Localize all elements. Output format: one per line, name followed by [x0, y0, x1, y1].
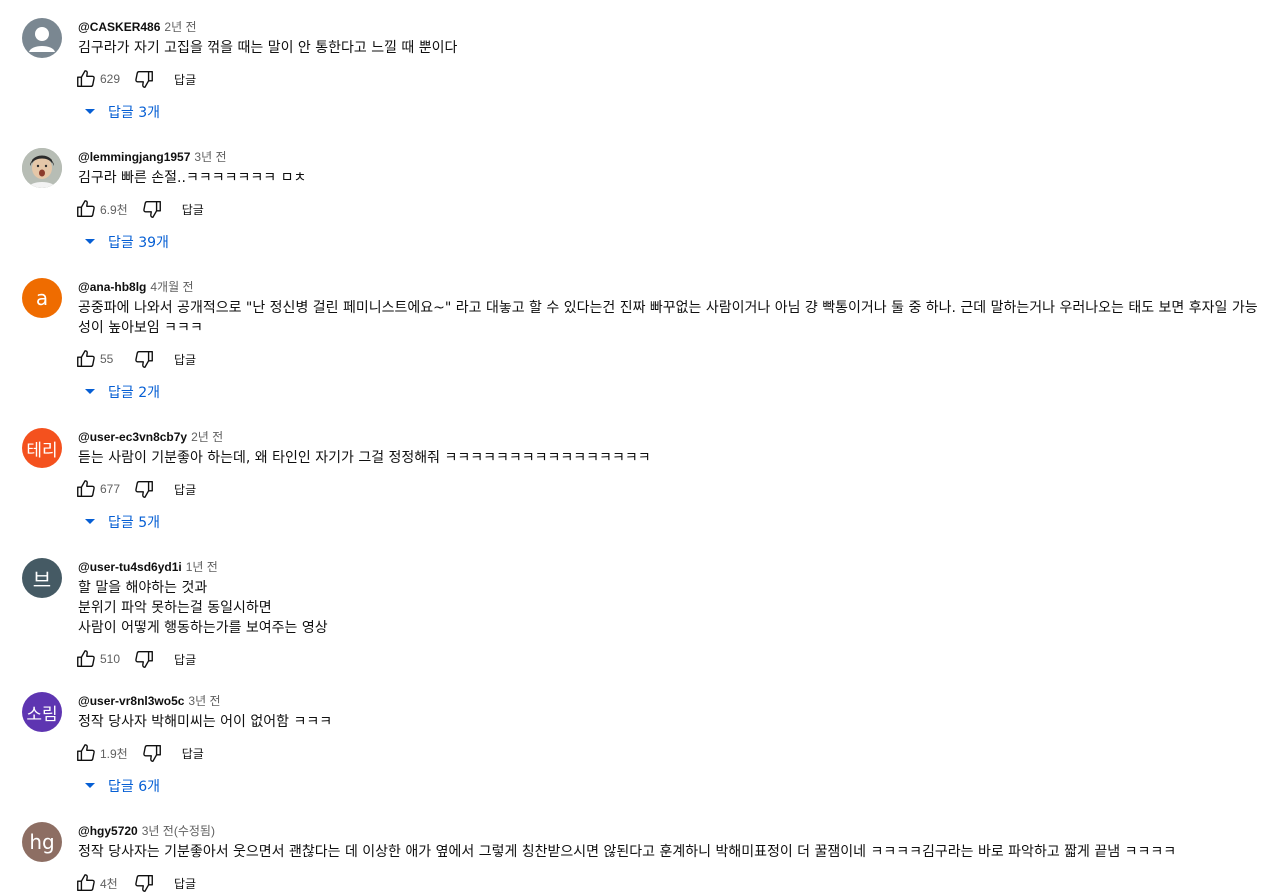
- reply-button[interactable]: 답글: [174, 651, 196, 668]
- thumbs-up-icon: [77, 200, 95, 218]
- avatar-letter: a: [35, 286, 49, 310]
- dislike-button[interactable]: [132, 871, 156, 893]
- thumbs-down-icon: [142, 744, 161, 762]
- avatar[interactable]: hg: [22, 822, 62, 862]
- like-button[interactable]: [74, 347, 98, 371]
- like-count: 6.9천: [100, 202, 128, 217]
- replies-count: 답글 39개: [108, 235, 169, 251]
- reply-button[interactable]: 답글: [182, 745, 204, 762]
- like-button[interactable]: [74, 197, 98, 221]
- comment-author[interactable]: @hgy5720: [78, 824, 138, 838]
- thumbs-up-icon: [77, 650, 95, 668]
- avatar[interactable]: [22, 148, 62, 188]
- like-count: 677: [100, 482, 121, 496]
- comment-author[interactable]: @lemmingjang1957: [78, 150, 190, 164]
- like-button[interactable]: [74, 67, 98, 91]
- avatar-letter: hg: [29, 830, 55, 854]
- comment-time[interactable]: 2년 전: [164, 20, 196, 34]
- comment-time[interactable]: 4개월 전: [150, 280, 193, 294]
- view-replies-button[interactable]: 답글 2개: [80, 381, 1266, 403]
- comment-text: 정작 당사자 박해미씨는 어이 없어함 ㅋㅋㅋ: [78, 714, 333, 730]
- view-replies-button[interactable]: 답글 6개: [80, 775, 1266, 797]
- thumbs-down-icon: [135, 70, 153, 88]
- replies-count: 답글 3개: [108, 105, 160, 121]
- default-person-icon: [29, 27, 55, 52]
- comment-author[interactable]: @ana-hb8lg: [78, 280, 146, 294]
- reply-button[interactable]: 답글: [174, 351, 196, 368]
- thumbs-down-icon: [142, 200, 161, 218]
- avatar[interactable]: 소림: [22, 692, 62, 732]
- comment-time[interactable]: 3년 전(수정됨): [142, 824, 215, 838]
- view-replies-button[interactable]: 답글 5개: [80, 511, 1266, 533]
- comment-text: 김구라가 자기 고집을 꺾을 때는 말이 안 통한다고 느낄 때 뿐이다: [78, 40, 458, 56]
- comment-text: 정작 당사자는 기분좋아서 웃으면서 괜찮다는 데 이상한 애가 옆에서 그렇게…: [78, 844, 1177, 860]
- thumbs-up-icon: [77, 744, 95, 762]
- like-button[interactable]: [74, 871, 98, 893]
- avatar[interactable]: [22, 18, 62, 58]
- thumbs-down-icon: [135, 480, 153, 498]
- thumbs-up-icon: [77, 350, 95, 368]
- reply-button[interactable]: 답글: [182, 201, 204, 218]
- like-count: 1.9천: [100, 746, 128, 761]
- user-photo-icon: [22, 148, 62, 188]
- thumbs-up-icon: [77, 874, 95, 892]
- reply-button[interactable]: 답글: [174, 875, 196, 892]
- caret-down-icon: [80, 232, 100, 252]
- dislike-button[interactable]: [140, 741, 164, 765]
- avatar[interactable]: 브: [22, 558, 62, 598]
- avatar-letter: 소림: [26, 704, 58, 725]
- thumbs-down-icon: [135, 874, 153, 892]
- dislike-button[interactable]: [132, 347, 156, 371]
- comment-time[interactable]: 3년 전: [194, 150, 226, 164]
- comment-author[interactable]: @user-ec3vn8cb7y: [78, 430, 187, 444]
- like-button[interactable]: [74, 477, 98, 501]
- avatar[interactable]: 테리: [22, 428, 62, 468]
- avatar-letter: 테리: [26, 440, 58, 461]
- caret-down-icon: [80, 102, 100, 122]
- comment-author[interactable]: @user-vr8nl3wo5c: [78, 694, 184, 708]
- replies-count: 답글 5개: [108, 515, 160, 531]
- comment-time[interactable]: 1년 전: [186, 560, 218, 574]
- comment-time[interactable]: 2년 전: [191, 430, 223, 444]
- like-count: 510: [100, 652, 121, 666]
- avatar[interactable]: a: [22, 278, 62, 318]
- comment-time[interactable]: 3년 전: [188, 694, 220, 708]
- thumbs-down-icon: [135, 650, 153, 668]
- comment-text: 공중파에 나와서 공개적으로 "난 정신병 걸린 페미니스트에요~" 라고 대놓…: [78, 300, 1258, 336]
- replies-count: 답글 2개: [108, 385, 160, 401]
- comments-section: @CASKER486 2년 전 김구라가 자기 고집을 꺾을 때는 말이 안 통한…: [0, 0, 1286, 893]
- like-count: 629: [100, 72, 121, 86]
- view-replies-button[interactable]: 답글 39개: [80, 231, 1266, 253]
- dislike-button[interactable]: [132, 477, 156, 501]
- like-count: 55: [100, 352, 114, 366]
- replies-count: 답글 6개: [108, 779, 160, 795]
- like-count: 4천: [100, 876, 118, 891]
- thumbs-up-icon: [77, 480, 95, 498]
- comment-text: 할 말을 해야하는 것과 분위기 파악 못하는걸 동일시하면 사람이 어떻게 행…: [78, 580, 328, 636]
- reply-button[interactable]: 답글: [174, 481, 196, 498]
- dislike-button[interactable]: [132, 647, 156, 671]
- thumbs-up-icon: [77, 70, 95, 88]
- comment-text: 김구라 빠른 손절..ㅋㅋㅋㅋㅋㅋㅋ ㅁㅊ: [78, 170, 307, 186]
- reply-button[interactable]: 답글: [174, 71, 196, 88]
- avatar-letter: 브: [32, 567, 52, 592]
- comment-text: 듣는 사람이 기분좋아 하는데, 왜 타인인 자기가 그걸 정정해줘 ㅋㅋㅋㅋㅋ…: [78, 450, 651, 466]
- caret-down-icon: [80, 382, 100, 402]
- dislike-button[interactable]: [140, 197, 164, 221]
- caret-down-icon: [80, 776, 100, 796]
- caret-down-icon: [80, 512, 100, 532]
- view-replies-button[interactable]: 답글 3개: [80, 101, 1266, 123]
- thumbs-down-icon: [135, 350, 153, 368]
- like-button[interactable]: [74, 741, 98, 765]
- comment-author[interactable]: @user-tu4sd6yd1i: [78, 560, 182, 574]
- dislike-button[interactable]: [132, 67, 156, 91]
- comment-author[interactable]: @CASKER486: [78, 20, 160, 34]
- like-button[interactable]: [74, 647, 98, 671]
